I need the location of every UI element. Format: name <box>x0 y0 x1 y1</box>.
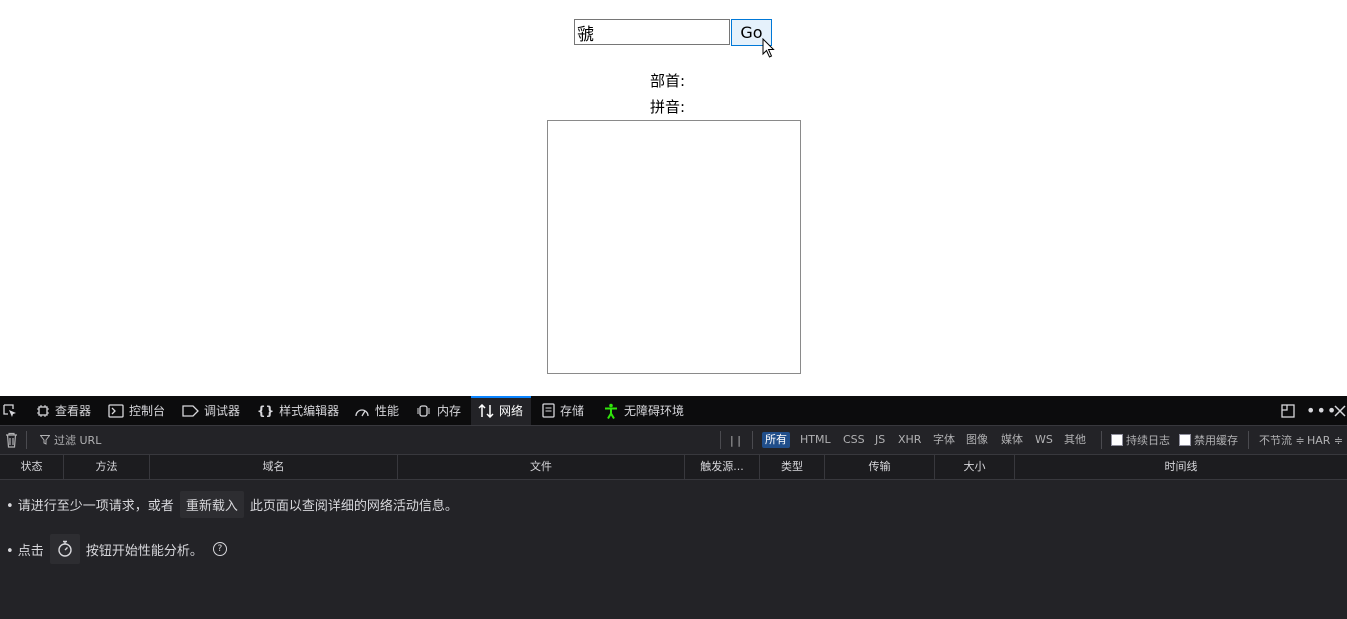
trash-icon <box>6 432 17 448</box>
message-text: • 点击 <box>6 543 44 559</box>
column-method[interactable]: 方法 <box>64 455 150 479</box>
pause-icon: | | <box>730 433 741 447</box>
tab-storage[interactable]: 存储 <box>542 396 584 425</box>
filter-all[interactable]: 所有 <box>762 432 790 448</box>
column-domain[interactable]: 域名 <box>150 455 398 479</box>
performance-icon <box>355 408 369 416</box>
filter-url-input[interactable]: 过滤 URL <box>40 426 101 454</box>
memory-icon <box>417 404 430 417</box>
filter-media[interactable]: 媒体 <box>998 432 1026 448</box>
message-text: 此页面以查阅详细的网络活动信息。 <box>249 499 458 514</box>
devtools-tabbar: 查看器 控制台 调试器 {} 样式编辑器 性能 内存 网络 存储 无障碍环境 •… <box>0 396 1347 426</box>
column-type[interactable]: 类型 <box>760 455 825 479</box>
web-page: Go 部首: 拼音: <box>0 0 1347 396</box>
dock-side-icon <box>1281 403 1295 418</box>
debugger-icon <box>182 404 199 417</box>
column-status[interactable]: 状态 <box>0 455 64 479</box>
close-icon <box>1334 404 1346 417</box>
filter-css[interactable]: CSS <box>840 432 868 448</box>
filter-images[interactable]: 图像 <box>963 432 991 448</box>
tab-style-editor[interactable]: {} 样式编辑器 <box>257 396 339 425</box>
style-editor-icon: {} <box>257 403 275 418</box>
pause-button[interactable]: | | <box>730 426 741 454</box>
tab-console[interactable]: 控制台 <box>108 396 165 425</box>
storage-icon <box>542 403 555 418</box>
checkbox-icon <box>1179 434 1191 446</box>
toolbar-divider <box>26 431 27 449</box>
tab-label: 性能 <box>375 404 400 418</box>
request-table-header: 状态 方法 域名 文件 触发源... 类型 传输 大小 时间线 <box>0 455 1347 480</box>
disable-cache-checkbox[interactable]: 禁用缓存 <box>1179 426 1238 454</box>
column-cause[interactable]: 触发源... <box>685 455 760 479</box>
filter-other[interactable]: 其他 <box>1061 432 1089 448</box>
console-icon <box>108 403 124 418</box>
persist-logs-label: 持续日志 <box>1126 434 1170 447</box>
inspector-icon <box>37 404 49 417</box>
tab-performance[interactable]: 性能 <box>354 396 399 425</box>
tab-label: 控制台 <box>129 404 166 418</box>
dock-toggle-button[interactable] <box>1280 396 1296 425</box>
help-icon[interactable]: ? <box>212 542 227 556</box>
stopwatch-icon <box>58 540 72 557</box>
mouse-cursor-icon <box>762 38 775 58</box>
throttle-select[interactable]: 不节流 ≑ <box>1259 426 1305 454</box>
element-picker-icon <box>3 403 16 417</box>
network-icon <box>478 403 494 418</box>
filter-html[interactable]: HTML <box>797 432 834 448</box>
tab-label: 调试器 <box>204 404 241 418</box>
tab-inspector[interactable]: 查看器 <box>36 396 91 425</box>
toolbar-divider <box>752 431 753 449</box>
column-file[interactable]: 文件 <box>398 455 685 479</box>
filter-ws[interactable]: WS <box>1032 432 1056 448</box>
toolbar-divider <box>1101 431 1102 449</box>
empty-message-perf: • 点击 按钮开始性能分析。 ? <box>6 534 227 564</box>
pinyin-label: 拼音: <box>650 98 686 116</box>
disable-cache-label: 禁用缓存 <box>1194 434 1238 447</box>
column-timeline[interactable]: 时间线 <box>1015 455 1347 479</box>
character-canvas <box>547 120 801 374</box>
toolbar-divider <box>1248 431 1249 449</box>
start-performance-button[interactable] <box>49 534 80 564</box>
close-devtools-button[interactable] <box>1334 396 1346 425</box>
message-text: 按钮开始性能分析。 <box>85 543 203 559</box>
empty-message-reload: • 请进行至少一项请求，或者 重新载入 此页面以查阅详细的网络活动信息。 <box>6 491 458 518</box>
ellipsis-icon: ••• <box>1306 401 1338 420</box>
har-menu[interactable]: HAR ≑ <box>1307 426 1343 454</box>
tab-network[interactable]: 网络 <box>471 396 532 425</box>
tab-debugger[interactable]: 调试器 <box>182 396 240 425</box>
tab-label: 无障碍环境 <box>624 404 685 418</box>
character-input[interactable] <box>574 19 730 45</box>
checkbox-icon <box>1111 434 1123 446</box>
tab-label: 网络 <box>499 404 524 418</box>
tab-label: 查看器 <box>55 404 92 418</box>
message-text: • 请进行至少一项请求，或者 <box>6 499 174 514</box>
clear-button[interactable] <box>5 426 18 454</box>
column-transferred[interactable]: 传输 <box>825 455 935 479</box>
tab-memory[interactable]: 内存 <box>416 396 461 425</box>
filter-icon <box>40 435 50 445</box>
tab-label: 内存 <box>437 404 462 418</box>
devtools-panel: 查看器 控制台 调试器 {} 样式编辑器 性能 内存 网络 存储 无障碍环境 •… <box>0 396 1347 619</box>
filter-placeholder: 过滤 URL <box>54 434 102 447</box>
filter-js[interactable]: JS <box>872 432 888 448</box>
network-empty-state: • 请进行至少一项请求，或者 重新载入 此页面以查阅详细的网络活动信息。 • 点… <box>0 480 1347 619</box>
reload-button[interactable]: 重新载入 <box>179 491 244 518</box>
network-toolbar: 过滤 URL | | 所有 HTML CSS JS XHR 字体 图像 媒体 W… <box>0 426 1347 455</box>
filter-fonts[interactable]: 字体 <box>930 432 958 448</box>
tab-label: 样式编辑器 <box>279 404 340 418</box>
filter-xhr[interactable]: XHR <box>895 432 924 448</box>
tab-accessibility[interactable]: 无障碍环境 <box>603 396 684 425</box>
accessibility-icon <box>605 403 617 419</box>
persist-logs-checkbox[interactable]: 持续日志 <box>1111 426 1170 454</box>
element-picker-button[interactable] <box>2 396 18 425</box>
toolbar-divider <box>720 431 721 449</box>
more-options-button[interactable]: ••• <box>1306 396 1337 425</box>
column-size[interactable]: 大小 <box>935 455 1015 479</box>
tab-label: 存储 <box>560 404 585 418</box>
radical-label: 部首: <box>650 72 686 90</box>
